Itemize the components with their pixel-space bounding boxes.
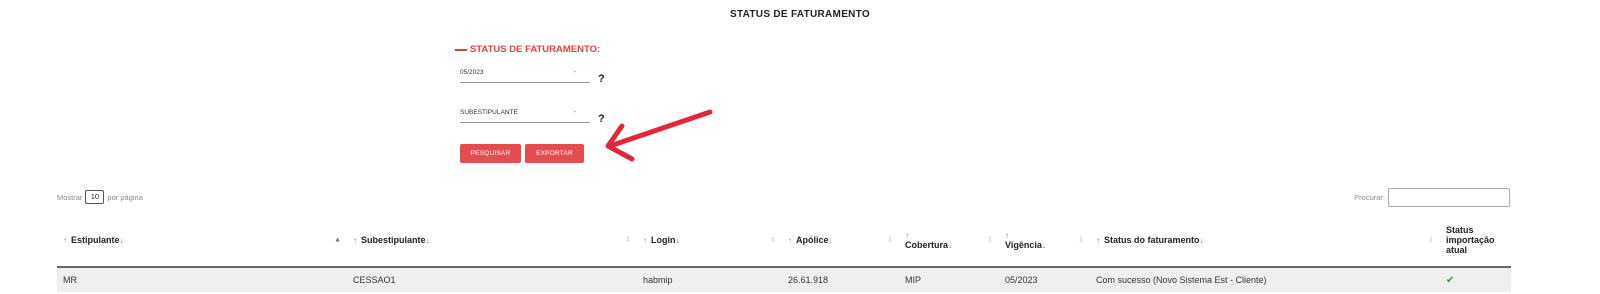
page-length-select[interactable]: 10 — [85, 190, 105, 204]
export-button[interactable]: EXPORTAR — [525, 144, 584, 163]
cell-login: habmip — [637, 267, 782, 292]
sort-down-icon: ↓ — [948, 240, 953, 250]
sort-both-icon: ⇕ — [625, 237, 631, 244]
sort-down-icon: ↓ — [1199, 236, 1204, 245]
sort-down-icon: ↓ — [425, 236, 430, 245]
filter-panel: STATUS DE FATURAMENTO: 05/2023 - ? SUBES… — [455, 44, 755, 163]
column-header-login[interactable]: ↑ Login↓ ⇕ — [637, 214, 782, 268]
column-label: Status do faturamento — [1104, 235, 1200, 245]
cell-apolice: 26.61.918 — [782, 267, 899, 292]
sort-both-icon: ⇕ — [1428, 237, 1434, 244]
cell-cobertura: MIP — [899, 267, 999, 292]
button-row: PESQUISAR EXPORTAR — [460, 144, 584, 163]
red-arrow-annotation — [605, 109, 713, 162]
sort-down-icon: ↓ — [828, 236, 833, 245]
sort-down-icon: ↓ — [119, 236, 124, 245]
column-label: Apólice — [796, 235, 829, 245]
sort-up-icon: ↑ — [788, 236, 792, 245]
check-icon: ✔ — [1446, 274, 1455, 286]
type-field-row: SUBESTIPULANTE - ? — [460, 108, 605, 125]
table-row: MR CESSAO1 habmip 26.61.918 MIP 05/2023 … — [57, 267, 1511, 292]
sort-asc-icon: ▲ — [334, 236, 341, 244]
column-header-status-faturamento[interactable]: ↑ Status do faturamento↓ ⇕ — [1090, 214, 1440, 268]
table-search-control: Procurar: — [1354, 188, 1510, 207]
sort-both-icon: ⇕ — [887, 237, 893, 244]
column-label: Estipulante — [71, 235, 120, 245]
sort-both-icon: ⇕ — [1078, 237, 1084, 244]
column-header-cobertura[interactable]: ↑ Cobertura↓ ⇕ — [899, 214, 999, 268]
type-select[interactable]: SUBESTIPULANTE - — [460, 108, 590, 123]
cell-subestipulante: CESSAO1 — [347, 267, 637, 292]
column-header-status-importacao[interactable]: Status importação atual — [1440, 214, 1511, 268]
cell-vigencia: 05/2023 — [999, 267, 1090, 292]
section-title-text: STATUS DE FATURAMENTO: — [470, 44, 601, 55]
help-icon[interactable]: ? — [598, 73, 605, 85]
billing-status-table: ↑ Estipulante↓ ▲ ↑ Subestipulante↓ ⇕ ↑ Logi… — [57, 214, 1511, 292]
type-select-value: SUBESTIPULANTE — [460, 109, 518, 116]
cell-estipulante: MR — [57, 267, 347, 292]
sort-both-icon: ⇕ — [770, 237, 776, 244]
chevron-down-icon: - — [573, 69, 576, 76]
column-label: Status importação atual — [1446, 225, 1495, 255]
search-label: Procurar: — [1354, 193, 1385, 202]
sort-down-icon: ↓ — [1041, 240, 1046, 250]
cell-status-importacao: ✔ — [1440, 267, 1511, 292]
sort-down-icon: ↓ — [675, 236, 680, 245]
chevron-down-icon: - — [573, 109, 576, 116]
section-title-dash — [455, 48, 467, 51]
column-header-subestipulante[interactable]: ↑ Subestipulante↓ ⇕ — [347, 214, 637, 268]
column-label: Login — [651, 235, 676, 245]
section-title: STATUS DE FATURAMENTO: — [455, 44, 755, 55]
period-select-value: 05/2023 — [460, 69, 484, 76]
column-label: Cobertura — [905, 239, 949, 250]
length-suffix: por página — [107, 192, 143, 202]
sort-up-icon: ↑ — [353, 236, 357, 245]
period-select[interactable]: 05/2023 - — [460, 68, 590, 83]
length-prefix: Mostrar — [57, 192, 83, 202]
period-field-row: 05/2023 - ? — [460, 68, 605, 85]
column-label: Vigência — [1005, 239, 1042, 250]
sort-up-icon: ↑ — [63, 236, 67, 245]
column-header-vigencia[interactable]: ↑ Vigência↓ ⇕ — [999, 214, 1090, 268]
search-input[interactable] — [1388, 188, 1510, 207]
search-button[interactable]: PESQUISAR — [460, 144, 521, 163]
column-header-estipulante[interactable]: ↑ Estipulante↓ ▲ — [57, 214, 347, 268]
column-label: Subestipulante — [361, 235, 426, 245]
sort-both-icon: ⇕ — [987, 237, 993, 244]
sort-up-icon: ↑ — [643, 236, 647, 245]
table-header-row: ↑ Estipulante↓ ▲ ↑ Subestipulante↓ ⇕ ↑ Logi… — [57, 214, 1511, 268]
sort-up-icon: ↑ — [905, 230, 909, 240]
page-title: STATUS DE FATURAMENTO — [729, 9, 870, 20]
column-header-apolice[interactable]: ↑ Apólice↓ ⇕ — [782, 214, 899, 268]
sort-up-icon: ↑ — [1096, 236, 1100, 245]
sort-up-icon: ↑ — [1005, 230, 1009, 240]
cell-status-faturamento: Com sucesso (Novo Sistema Est - Cliente) — [1090, 267, 1440, 292]
page-length-control: Mostrar 10 por página — [57, 190, 143, 204]
